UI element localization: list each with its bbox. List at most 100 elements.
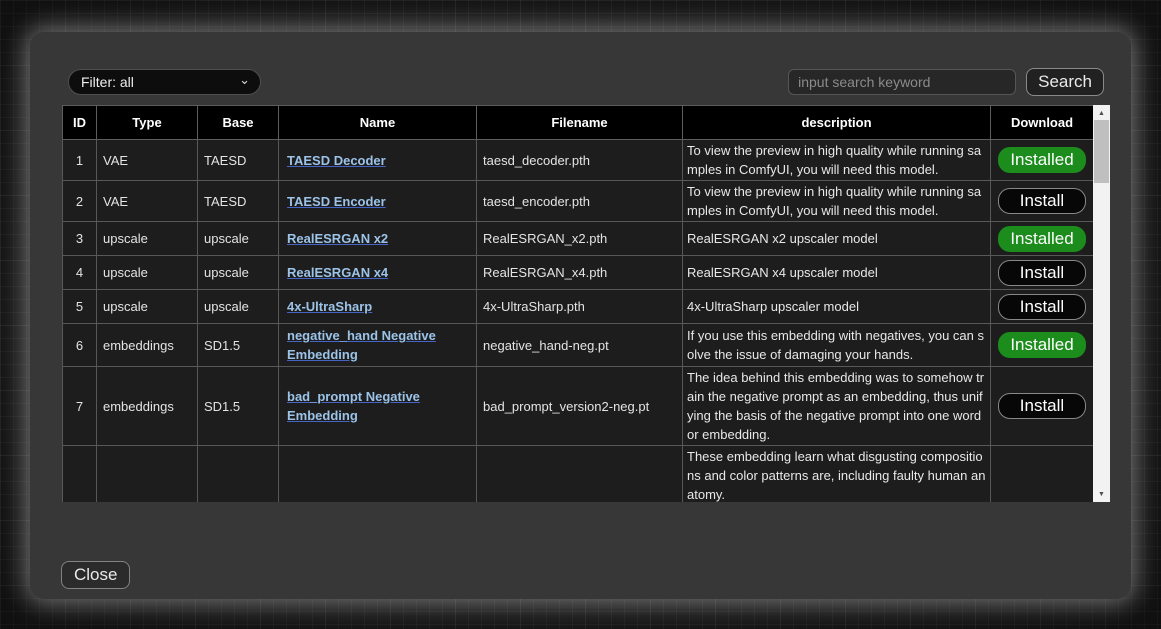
search-button[interactable]: Search xyxy=(1026,68,1104,96)
comfyui-canvas: { "dialog": { "filter": { "selected": "F… xyxy=(0,0,1161,629)
cell-base: TAESD xyxy=(198,181,279,222)
model-name-link[interactable]: RealESRGAN x4 xyxy=(287,265,388,280)
cell-description: 4x-UltraSharp upscaler model xyxy=(683,290,991,324)
cell-download: Install xyxy=(991,367,1094,446)
models-table: ID Type Base Name Filename description D… xyxy=(62,105,1093,502)
cell-type: upscale xyxy=(97,256,198,290)
table-row: 1 VAE TAESD TAESD Decoder taesd_decoder.… xyxy=(63,140,1094,181)
cell-filename: RealESRGAN_x4.pth xyxy=(477,256,683,290)
cell-download: Install xyxy=(991,256,1094,290)
install-button[interactable]: Install xyxy=(998,393,1086,419)
cell-filename: 4x-UltraSharp.pth xyxy=(477,290,683,324)
cell-base: SD1.5 xyxy=(198,324,279,367)
cell-filename xyxy=(477,446,683,503)
cell-name: RealESRGAN x2 xyxy=(279,222,477,256)
cell-type: VAE xyxy=(97,140,198,181)
col-header-download: Download xyxy=(991,106,1094,140)
install-button[interactable]: Install xyxy=(998,260,1086,286)
col-header-id: ID xyxy=(63,106,97,140)
cell-id xyxy=(63,446,97,503)
col-header-type: Type xyxy=(97,106,198,140)
cell-id: 2 xyxy=(63,181,97,222)
scrollbar-down-icon[interactable]: ▼ xyxy=(1093,486,1110,502)
filter-select[interactable]: Filter: all ⌄ xyxy=(68,69,261,95)
cell-filename: taesd_decoder.pth xyxy=(477,140,683,181)
col-header-name: Name xyxy=(279,106,477,140)
cell-name: bad_prompt Negative Embedding xyxy=(279,367,477,446)
cell-description: RealESRGAN x4 upscaler model xyxy=(683,256,991,290)
search-input[interactable] xyxy=(788,69,1016,95)
install-models-dialog: Filter: all ⌄ Search ID Type Base xyxy=(30,32,1131,599)
col-header-filename: Filename xyxy=(477,106,683,140)
install-button[interactable]: Install xyxy=(998,188,1086,214)
table-row: 2 VAE TAESD TAESD Encoder taesd_encoder.… xyxy=(63,181,1094,222)
cell-download: Install xyxy=(991,290,1094,324)
model-name-link[interactable]: 4x-UltraSharp xyxy=(287,299,372,314)
cell-name: TAESD Decoder xyxy=(279,140,477,181)
cell-description: These embedding learn what disgusting co… xyxy=(683,446,991,503)
install-button[interactable]: Installed xyxy=(998,332,1086,358)
cell-description: If you use this embedding with negatives… xyxy=(683,324,991,367)
cell-base: upscale xyxy=(198,290,279,324)
cell-download: Installed xyxy=(991,140,1094,181)
table-row: 6 embeddings SD1.5 negative_hand Negativ… xyxy=(63,324,1094,367)
cell-filename: RealESRGAN_x2.pth xyxy=(477,222,683,256)
table-scrollbar[interactable]: ▲ ▼ xyxy=(1093,105,1110,502)
cell-description: To view the preview in high quality whil… xyxy=(683,181,991,222)
search-area: Search xyxy=(788,68,1104,96)
models-table-zone: ID Type Base Name Filename description D… xyxy=(62,105,1131,502)
model-name-link[interactable]: TAESD Decoder xyxy=(287,153,386,168)
install-button[interactable]: Installed xyxy=(998,226,1086,252)
cell-base: upscale xyxy=(198,256,279,290)
cell-filename: bad_prompt_version2-neg.pt xyxy=(477,367,683,446)
models-table-viewport: ID Type Base Name Filename description D… xyxy=(62,105,1093,502)
table-row: 5 upscale upscale 4x-UltraSharp 4x-Ultra… xyxy=(63,290,1094,324)
table-row: 4 upscale upscale RealESRGAN x4 RealESRG… xyxy=(63,256,1094,290)
cell-type: VAE xyxy=(97,181,198,222)
close-button[interactable]: Close xyxy=(61,561,130,589)
cell-id: 4 xyxy=(63,256,97,290)
model-name-link[interactable]: bad_prompt Negative Embedding xyxy=(287,389,420,423)
cell-description: To view the preview in high quality whil… xyxy=(683,140,991,181)
table-row: 3 upscale upscale RealESRGAN x2 RealESRG… xyxy=(63,222,1094,256)
table-row: These embedding learn what disgusting co… xyxy=(63,446,1094,503)
cell-description: The idea behind this embedding was to so… xyxy=(683,367,991,446)
cell-type: embeddings xyxy=(97,367,198,446)
dialog-toolbar: Filter: all ⌄ Search xyxy=(68,68,1104,96)
cell-filename: negative_hand-neg.pt xyxy=(477,324,683,367)
scrollbar-up-icon[interactable]: ▲ xyxy=(1093,105,1110,121)
cell-download xyxy=(991,446,1094,503)
cell-name: RealESRGAN x4 xyxy=(279,256,477,290)
cell-base: TAESD xyxy=(198,140,279,181)
table-header-row: ID Type Base Name Filename description D… xyxy=(63,106,1094,140)
cell-base: upscale xyxy=(198,222,279,256)
table-body: 1 VAE TAESD TAESD Decoder taesd_decoder.… xyxy=(63,140,1094,503)
cell-filename: taesd_encoder.pth xyxy=(477,181,683,222)
cell-name: 4x-UltraSharp xyxy=(279,290,477,324)
cell-download: Installed xyxy=(991,222,1094,256)
filter-select-value: Filter: all xyxy=(81,74,134,90)
cell-base: SD1.5 xyxy=(198,367,279,446)
cell-description: RealESRGAN x2 upscaler model xyxy=(683,222,991,256)
cell-type: upscale xyxy=(97,222,198,256)
model-name-link[interactable]: negative_hand Negative Embedding xyxy=(287,328,436,362)
install-button[interactable]: Installed xyxy=(998,147,1086,173)
model-name-link[interactable]: TAESD Encoder xyxy=(287,194,386,209)
cell-name xyxy=(279,446,477,503)
cell-id: 6 xyxy=(63,324,97,367)
cell-type: upscale xyxy=(97,290,198,324)
cell-id: 5 xyxy=(63,290,97,324)
col-header-base: Base xyxy=(198,106,279,140)
cell-id: 3 xyxy=(63,222,97,256)
cell-id: 7 xyxy=(63,367,97,446)
cell-base xyxy=(198,446,279,503)
install-button[interactable]: Install xyxy=(998,294,1086,320)
model-name-link[interactable]: RealESRGAN x2 xyxy=(287,231,388,246)
cell-type: embeddings xyxy=(97,324,198,367)
scrollbar-thumb[interactable] xyxy=(1094,120,1109,183)
cell-download: Installed xyxy=(991,324,1094,367)
chevron-down-icon: ⌄ xyxy=(239,75,250,85)
cell-name: negative_hand Negative Embedding xyxy=(279,324,477,367)
cell-download: Install xyxy=(991,181,1094,222)
cell-name: TAESD Encoder xyxy=(279,181,477,222)
